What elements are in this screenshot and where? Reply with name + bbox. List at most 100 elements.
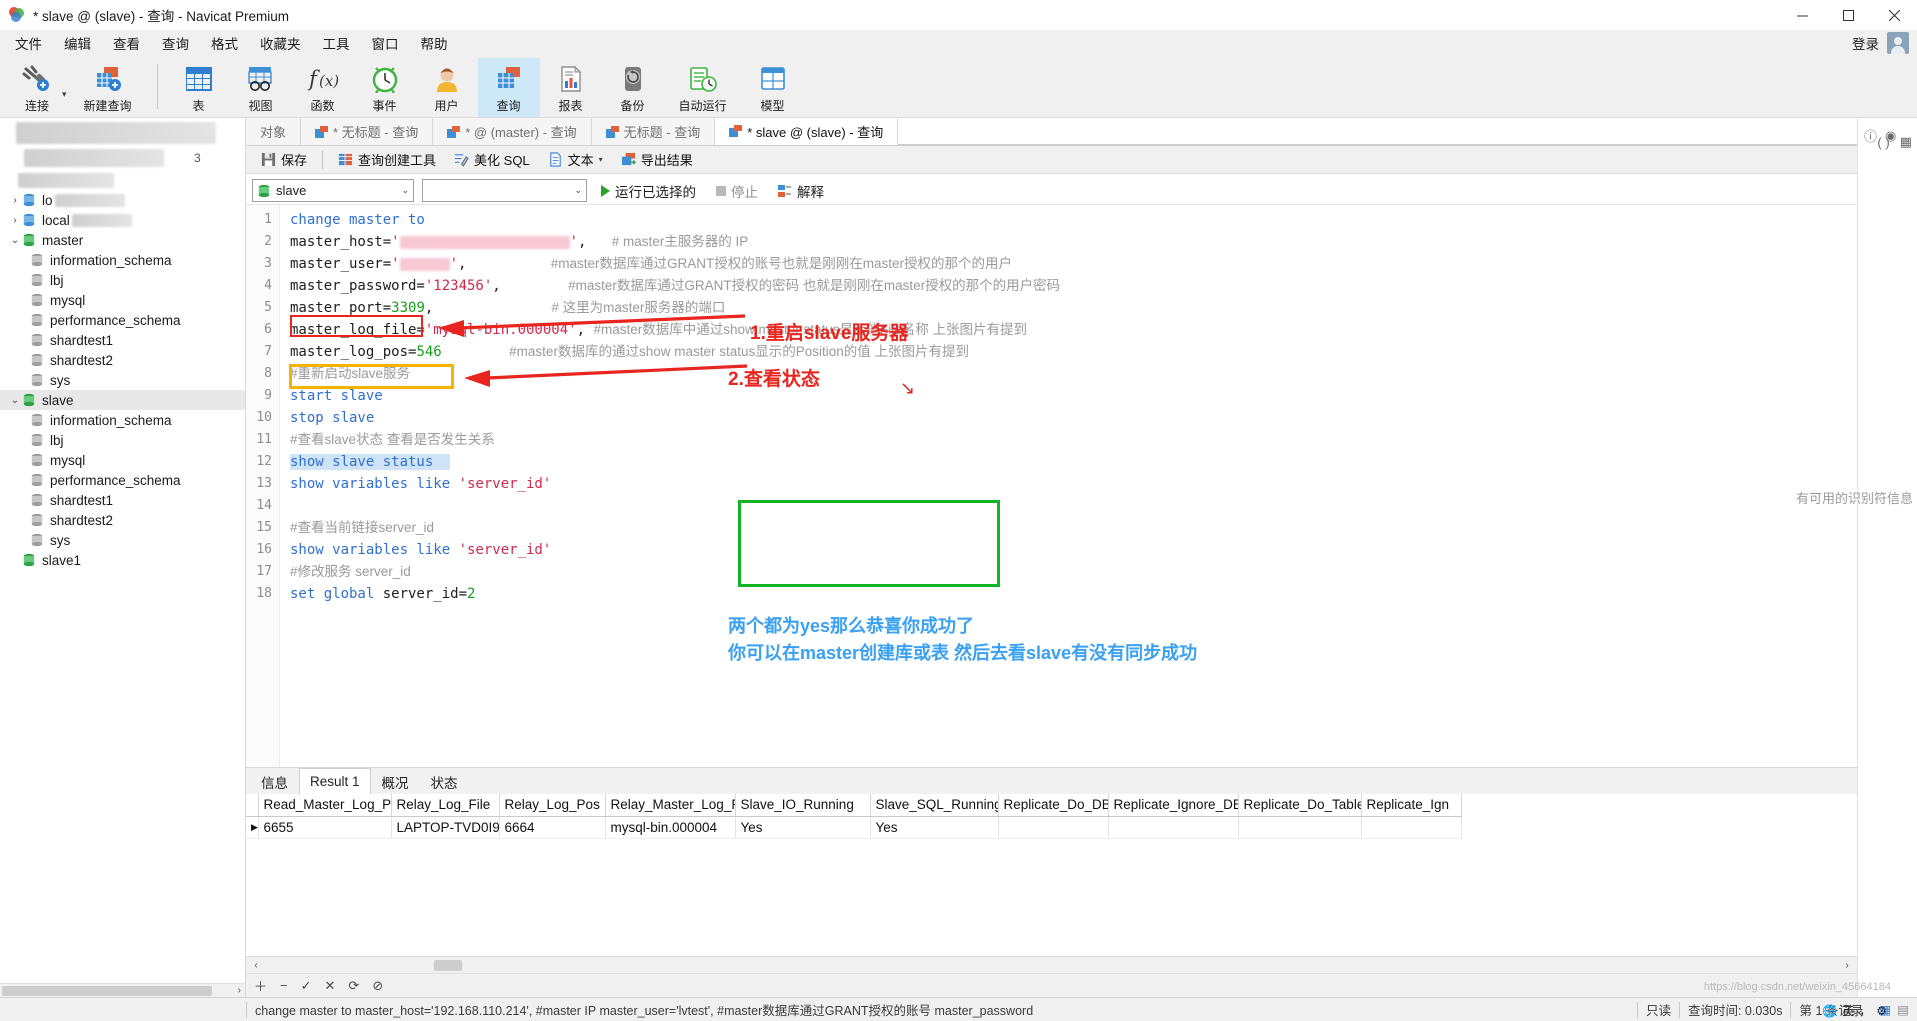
sidebar-item-shardtest1[interactable]: shardtest1 [0,330,245,350]
sidebar-item-performance-schema[interactable]: performance_schema [0,310,245,330]
cell-relay-master-log-file[interactable]: mysql-bin.000004 [605,816,736,839]
form-view-icon[interactable]: ▤ [1897,1002,1909,1017]
sql-text[interactable]: change master to master_host=' ', # maste… [280,205,1857,767]
close-button[interactable] [1871,0,1917,30]
toolbar-automation[interactable]: 自动运行 [664,58,742,117]
menu-favorites[interactable]: 收藏夹 [249,30,312,56]
cell-replicate-do-table[interactable] [1238,816,1362,839]
chevron-right-icon[interactable]: › [238,985,245,996]
column-header[interactable]: Relay_Log_File [391,794,500,817]
sidebar-item-information-schema-slave[interactable]: information_schema [0,410,245,430]
toolbar-backup[interactable]: 备份 [602,58,664,117]
menu-window[interactable]: 窗口 [361,30,410,56]
sidebar-item-slave1[interactable]: slave1 [0,550,245,570]
column-header[interactable]: Replicate_Do_DB [998,794,1109,817]
column-header[interactable]: Read_Master_Log_P [258,794,392,817]
menu-edit[interactable]: 编辑 [53,30,102,56]
result-grid-scroll[interactable]: Read_Master_Log_P Relay_Log_File Relay_L… [246,794,1857,956]
menu-view[interactable]: 查看 [102,30,151,56]
sidebar-item-sys-slave[interactable]: sys [0,530,245,550]
explain-button[interactable]: 解释 [772,179,830,203]
menu-format[interactable]: 格式 [200,30,249,56]
maximize-button[interactable] [1825,0,1871,30]
column-header[interactable]: Replicate_Do_Table [1238,794,1362,817]
result-tab-result1[interactable]: Result 1 [299,768,371,794]
cell-slave-sql-running[interactable]: Yes [870,816,999,839]
sidebar-item-lbj[interactable]: lbj [0,270,245,290]
refresh-icon[interactable]: ⟳ [348,978,359,994]
stop-icon[interactable]: ⊘ [372,978,383,994]
table-row[interactable]: ▶ 6655 LAPTOP-TVD0I9CD-r 6664 mysql-bin.… [246,816,1462,839]
grid-view-icon[interactable]: ▦ [1879,1002,1891,1017]
result-tab-info[interactable]: 信息 [250,768,299,794]
column-header[interactable]: Replicate_Ign [1361,794,1462,817]
result-tab-status[interactable]: 状态 [420,768,469,794]
login-area[interactable]: 登录 [1852,30,1909,56]
connection-tree[interactable]: 3 › lo › local ⌄ master information_sche… [0,118,245,983]
tree-item-redacted[interactable]: › lo [0,190,245,210]
grid-icon[interactable]: ▦ [1900,134,1912,150]
export-result-button[interactable]: 导出结果 [614,148,700,171]
minimize-button[interactable] [1779,0,1825,30]
tree-item-redacted[interactable]: 3 [0,146,245,170]
sidebar-item-performance-schema-slave[interactable]: performance_schema [0,470,245,490]
confirm-icon[interactable]: ✓ [301,978,312,994]
query-builder-button[interactable]: 查询创建工具 [331,148,443,171]
connection-dropdown-caret-icon[interactable]: ▾ [62,75,67,100]
sidebar-item-master[interactable]: ⌄ master [0,230,245,250]
toolbar-report[interactable]: 报表 [540,58,602,117]
tree-item-redacted[interactable] [0,120,245,146]
cell-slave-io-running[interactable]: Yes [735,816,871,839]
scroll-left-icon[interactable]: ‹ [248,960,264,971]
save-button[interactable]: 保存 [254,148,314,171]
schema-select[interactable]: ⌄ [422,179,587,202]
beautify-sql-button[interactable]: 美化 SQL [447,148,537,171]
chevron-down-icon[interactable]: ⌄ [574,185,582,196]
parens-icon[interactable]: ( ) [1877,135,1889,150]
menu-help[interactable]: 帮助 [410,30,459,56]
chevron-down-icon[interactable]: ⌄ [401,185,409,196]
tab-untitled-query-2[interactable]: 无标题 - 查询 [591,118,716,145]
tab-untitled-query-1[interactable]: * 无标题 - 查询 [301,118,434,145]
menu-tools[interactable]: 工具 [312,30,361,56]
tree-item-redacted[interactable]: › local [0,210,245,230]
run-selected-button[interactable]: 运行已选择的 [595,179,702,203]
toolbar-model[interactable]: 模型 [742,58,804,117]
sidebar-horizontal-scrollbar[interactable]: › [0,983,245,997]
delete-record-icon[interactable]: − [280,978,288,993]
toolbar-connection[interactable]: 连接 [6,58,68,117]
sidebar-item-shardtest2-slave[interactable]: shardtest2 [0,510,245,530]
sidebar-item-information-schema[interactable]: information_schema [0,250,245,270]
scrollbar-thumb[interactable] [434,960,462,971]
tab-master-query[interactable]: * @ (master) - 查询 [433,118,592,145]
scroll-right-icon[interactable]: › [1839,960,1855,971]
toolbar-view[interactable]: 视图 [230,58,292,117]
add-record-icon[interactable]: ＋ [254,976,267,995]
cell-replicate-ignore-db[interactable] [1108,816,1239,839]
chevron-right-icon[interactable]: › [8,195,22,206]
cell-read-master-log-pos[interactable]: 6655 [258,816,392,839]
chevron-right-icon[interactable]: › [8,215,22,226]
result-tab-profile[interactable]: 概况 [371,768,420,794]
sidebar-item-mysql[interactable]: mysql [0,290,245,310]
toolbar-function[interactable]: f (x) 函数 [292,58,354,117]
login-label[interactable]: 登录 [1852,33,1879,53]
cell-relay-log-pos[interactable]: 6664 [499,816,606,839]
toolbar-user[interactable]: 用户 [416,58,478,117]
database-select[interactable]: slave ⌄ [252,179,414,202]
scrollbar-track[interactable] [264,959,1839,971]
result-horizontal-scrollbar[interactable]: ‹ › [246,956,1857,973]
toolbar-new-query[interactable]: 新建查询 [69,58,147,117]
toolbar-query[interactable]: 查询 [477,58,540,117]
column-header[interactable]: Slave_IO_Running [735,794,871,817]
text-button[interactable]: 文本 ▾ [541,148,610,171]
toolbar-event[interactable]: 事件 [354,58,416,117]
chevron-down-icon[interactable]: ⌄ [8,395,22,406]
column-header[interactable]: Relay_Log_Pos [499,794,606,817]
column-header[interactable]: Slave_SQL_Running [870,794,999,817]
tab-slave-query[interactable]: * slave @ (slave) - 查询 [715,118,899,145]
sidebar-item-shardtest2[interactable]: shardtest2 [0,350,245,370]
column-header[interactable]: Relay_Master_Log_F [605,794,736,817]
toolbar-table[interactable]: 表 [168,58,230,117]
sidebar-item-slave[interactable]: ⌄ slave [0,390,245,410]
